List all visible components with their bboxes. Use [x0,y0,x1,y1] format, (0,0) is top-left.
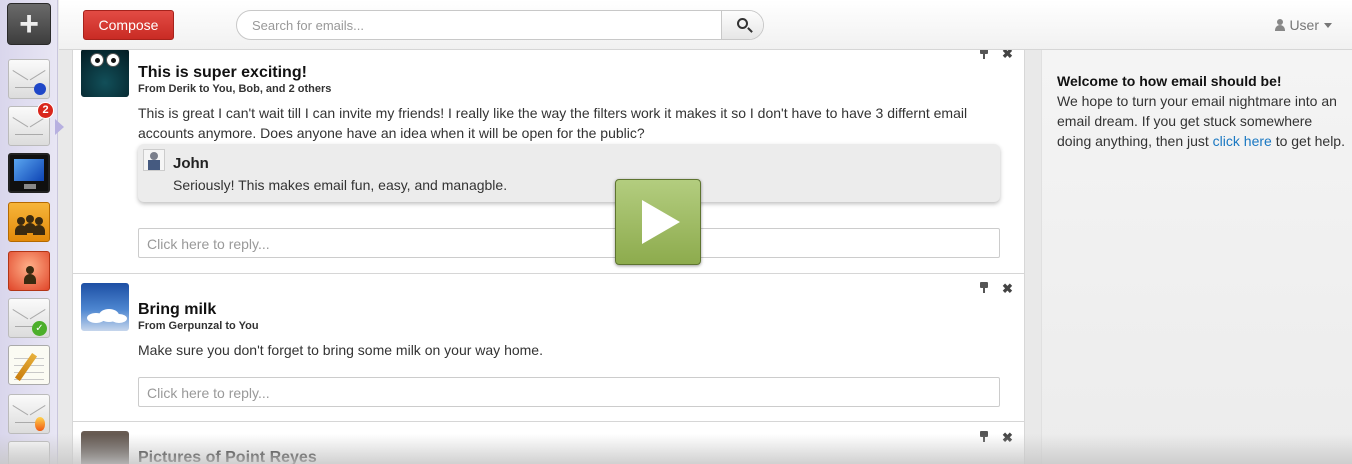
email-card: Bring milk From Gerpunzal to You Make su… [73,274,1024,422]
email-body: This is great I can't wait till I can in… [138,105,968,141]
email-card: Pictures of Point Reyes ✖ [73,422,1024,464]
sender-avatar [81,431,129,464]
hot-mail-icon[interactable] [8,394,50,434]
notes-icon[interactable] [8,345,50,385]
sender-avatar [81,283,129,331]
play-button[interactable] [615,179,701,265]
help-link[interactable]: click here [1213,133,1272,149]
email-body: Make sure you don't forget to bring some… [138,342,543,358]
recipients-more-link[interactable]: 2 others [289,83,332,95]
inbox-icon[interactable] [8,59,50,99]
comment: John Seriously! This makes email fun, ea… [138,144,1000,202]
pin-icon[interactable] [980,282,988,293]
reply-input[interactable]: Click here to reply... [138,377,1000,407]
comment-text: Seriously! This makes email fun, easy, a… [173,177,508,193]
reply-input[interactable]: Click here to reply... [138,228,1000,258]
user-label: User [1289,17,1319,33]
top-bar: Compose Search for emails... User [59,0,1352,50]
user-icon [1275,19,1286,31]
flame-icon [35,417,45,431]
search-input[interactable]: Search for emails... [252,18,712,33]
search-bar: Search for emails... [236,10,764,40]
sent-mail-icon[interactable]: ✓ [8,298,50,338]
email-from: From Derik to You, Bob, and 2 others [138,83,332,95]
close-icon[interactable]: ✖ [1002,50,1013,60]
contact-icon[interactable] [8,251,50,291]
search-button[interactable] [721,11,763,39]
add-icon[interactable]: + [7,3,51,45]
pin-icon[interactable] [980,431,988,442]
search-icon [737,18,748,29]
commenter-avatar [143,149,165,171]
welcome-panel: Welcome to how email should be! We hope … [1041,50,1352,464]
close-icon[interactable]: ✖ [1002,282,1013,295]
unread-badge: 2 [37,102,54,119]
active-pointer [55,119,64,135]
welcome-title: Welcome to how email should be! [1057,73,1282,89]
compose-button[interactable]: Compose [83,10,174,40]
email-subject: Pictures of Point Reyes [138,449,317,464]
user-menu[interactable]: User [1275,17,1332,33]
check-icon: ✓ [32,321,47,336]
close-icon[interactable]: ✖ [1002,431,1013,444]
caret-down-icon [1324,23,1332,28]
email-subject: Bring milk [138,301,217,318]
email-from: From Gerpunzal to You [138,320,259,332]
app-rail: + 2 ✓ [0,0,64,464]
email-subject: This is super exciting! [138,64,307,81]
monitor-icon[interactable] [8,153,50,193]
unread-mail-icon[interactable]: 2 [8,102,54,146]
welcome-text: Welcome to how email should be! We hope … [1057,71,1347,151]
email-feed: This is super exciting! From Derik to Yo… [72,50,1025,464]
email-card: This is super exciting! From Derik to Yo… [73,50,1024,274]
more-icon[interactable] [8,441,50,464]
sender-avatar [81,50,129,97]
groups-icon[interactable] [8,202,50,242]
comment-author: John [173,155,209,172]
pin-icon[interactable] [980,50,988,59]
